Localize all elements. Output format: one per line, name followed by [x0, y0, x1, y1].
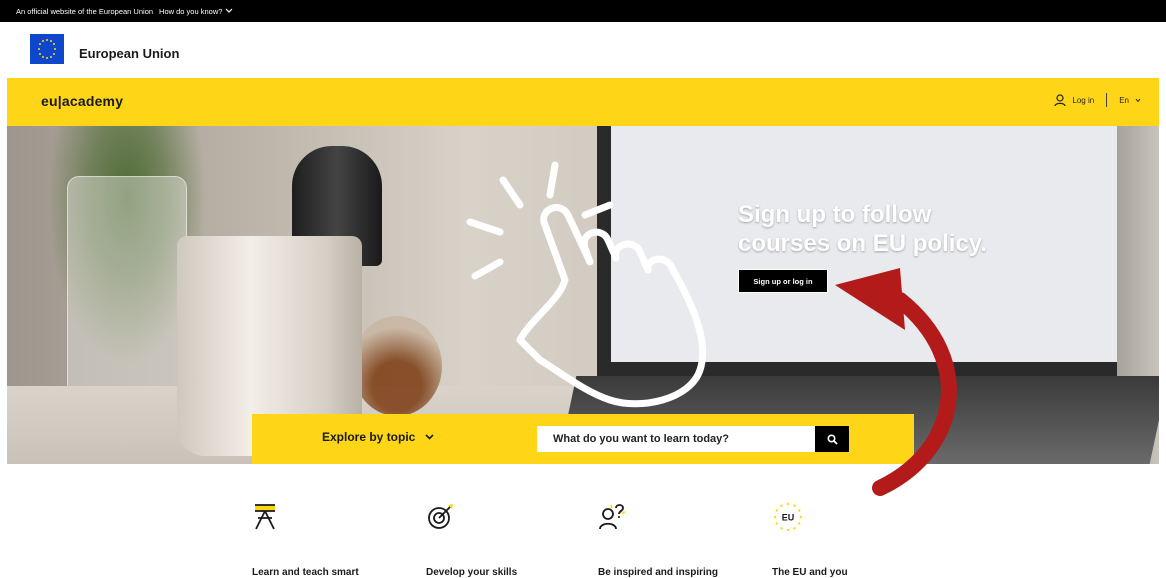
people-question-icon [599, 504, 626, 530]
hero-title-line-1: Sign up to follow [738, 201, 932, 228]
chevron-down-icon [425, 434, 434, 440]
explore-by-topic-dropdown[interactable]: Explore by topic [322, 430, 434, 444]
target-icon [428, 504, 453, 529]
graduate-icon [255, 504, 275, 530]
login-link[interactable]: Log in [1072, 96, 1094, 105]
feature-label: Be inspired and inspiring [598, 567, 719, 578]
user-icon[interactable] [1054, 93, 1067, 107]
glass-jar-photo-element [67, 176, 187, 396]
bulb-photo-element [352, 316, 442, 416]
feature-label: Develop your skills [426, 567, 518, 578]
eu-badge-text: EU [782, 513, 795, 523]
eu-stars-icon [38, 39, 56, 59]
nav-actions: Log in En [1054, 93, 1141, 107]
feature-label: The EU and you [772, 567, 848, 578]
signup-login-button[interactable]: Sign up or log in [738, 269, 828, 293]
chevron-down-icon[interactable] [1135, 98, 1141, 103]
official-text: An official website of the European Unio… [16, 6, 154, 16]
hero-title: Sign up to follow courses on EU policy. [738, 200, 1068, 258]
eu-header: European Union [0, 22, 1166, 78]
feature-label: Learn and teach smart [252, 567, 359, 578]
site-brand[interactable]: eu|academy [41, 93, 123, 109]
eu-stars-icon: EU [773, 502, 803, 532]
how-do-you-know-toggle[interactable]: How do you know? [159, 7, 233, 16]
explore-by-topic-label: Explore by topic [322, 430, 416, 444]
features-row: Learn and teach smart Develop your skill… [0, 490, 1166, 578]
eu-name: European Union [79, 46, 180, 61]
language-selector[interactable]: En [1119, 96, 1129, 105]
search-button[interactable] [815, 426, 849, 452]
site-nav: eu|academy Log in En [7, 78, 1159, 126]
official-eu-bar: An official website of the European Unio… [0, 0, 1166, 22]
search-bar: Explore by topic [252, 414, 914, 464]
how-do-you-know-label: How do you know? [159, 6, 223, 16]
nav-separator [1106, 93, 1108, 107]
eu-flag-logo[interactable] [30, 34, 64, 64]
chevron-down-icon [225, 8, 233, 13]
search-input[interactable] [537, 426, 815, 452]
hero-title-line-2: courses on EU policy. [738, 230, 987, 257]
search-icon [826, 433, 838, 445]
